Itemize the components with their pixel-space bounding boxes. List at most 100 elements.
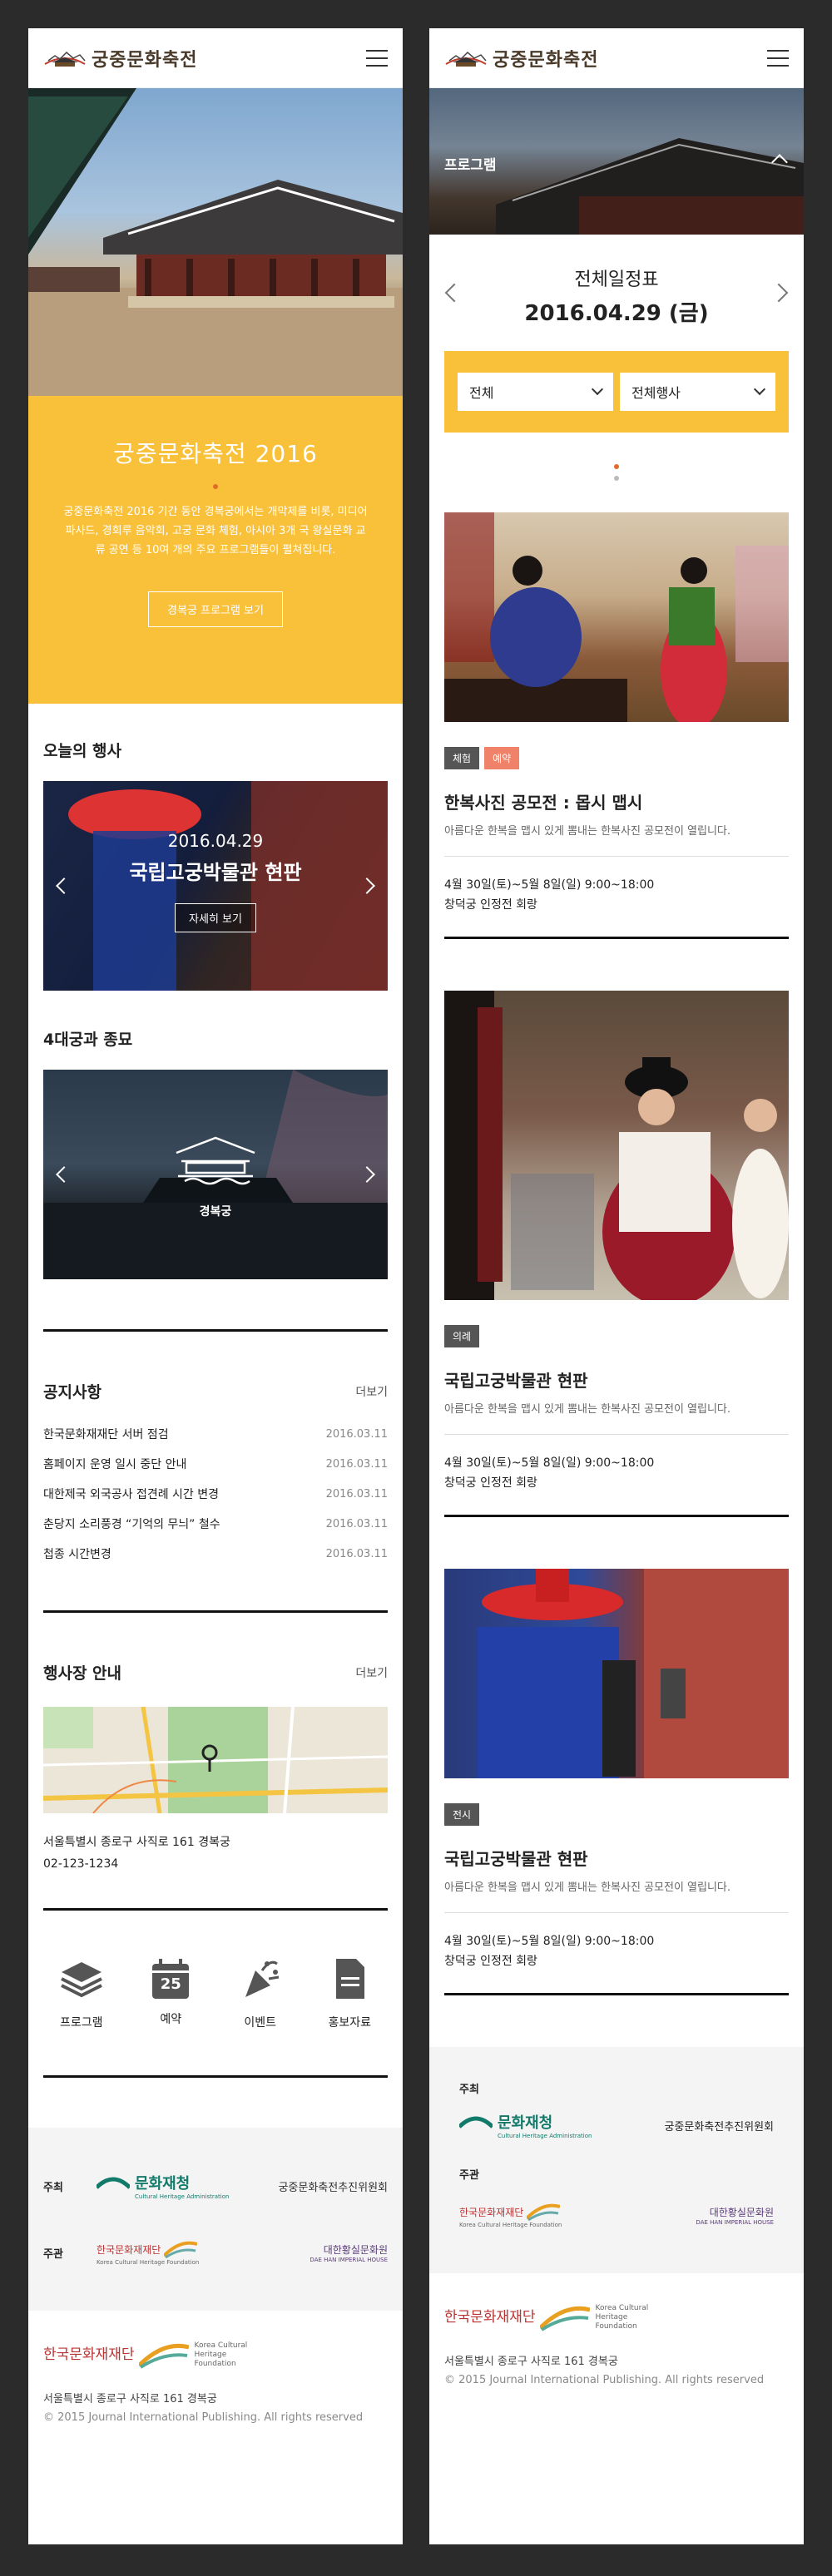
accent-dot bbox=[213, 484, 218, 489]
tag-badge: 의례 bbox=[444, 1325, 480, 1347]
program-image[interactable] bbox=[444, 991, 789, 1300]
footer-logo: 한국문화재재단 Korea Cultural Heritage Foundati… bbox=[444, 2303, 789, 2331]
cha-name-en: Cultural Heritage Administration bbox=[135, 2193, 230, 2200]
house-name-en: DAE HAN IMPERIAL HOUSE bbox=[310, 2256, 388, 2263]
program-banner[interactable]: 프로그램 bbox=[429, 88, 804, 235]
imperial-house-logo[interactable]: 대한황실문화원 DAE HAN IMPERIAL HOUSE bbox=[242, 2242, 388, 2263]
palace-logo-icon bbox=[445, 51, 487, 67]
program-schedule: 4월 30일(토)~5월 8일(일) 9:00~18:00 창덕궁 인정전 회랑 bbox=[444, 1453, 789, 1493]
footer-org-en: Korea Cultural Heritage Foundation bbox=[595, 2303, 649, 2331]
event-select[interactable]: 전체행사 bbox=[620, 373, 775, 411]
notice-item[interactable]: 첩종 시간변경 2016.03.11 bbox=[43, 1539, 388, 1569]
organizer-label: 주관 bbox=[459, 2169, 479, 2182]
program-image[interactable] bbox=[444, 512, 789, 722]
sponsor-section: 주최 문화재청 Cultural Heritage Administration… bbox=[429, 2047, 804, 2273]
tag-badge: 예약 bbox=[484, 747, 520, 769]
home-screen: 궁중문화축전 궁중문화축전 2016 궁중문화축전 2016 기간 동안 경복궁… bbox=[28, 28, 403, 2544]
kchf-name: 한국문화재재단 bbox=[459, 2206, 524, 2218]
gyeongbokgung-program-button[interactable]: 경복궁 프로그램 보기 bbox=[148, 591, 283, 627]
program-date: 4월 30일(토)~5월 8일(일) 9:00~18:00 bbox=[444, 1935, 655, 1948]
pager-dot-active[interactable] bbox=[614, 464, 619, 469]
quick-program[interactable]: 프로그램 bbox=[44, 1955, 119, 2030]
kchf-logo[interactable]: 한국문화재재단 Korea Cultural Heritage Foundati… bbox=[459, 2202, 562, 2228]
program-banner-label: 프로그램 bbox=[444, 157, 497, 174]
quick-press[interactable]: 홍보자료 bbox=[312, 1955, 387, 2030]
layers-icon bbox=[60, 1962, 102, 1998]
schedule-date: 2016.04.29 (금) bbox=[524, 301, 709, 326]
program-image[interactable] bbox=[444, 1569, 789, 1778]
venue-title: 행사장 안내 bbox=[43, 1664, 122, 1683]
today-event-card[interactable]: 2016.04.29 국립고궁박물관 현판 자세히 보기 bbox=[43, 781, 388, 991]
venue-address: 서울특별시 종로구 사직로 161 경복궁 bbox=[43, 1836, 230, 1849]
notice-list: 한국문화재재단 서버 점검 2016.03.11 홈페이지 운영 일시 중단 안내… bbox=[28, 1419, 403, 1569]
site-logo[interactable]: 궁중문화축전 bbox=[444, 45, 598, 72]
cha-name-en: Cultural Heritage Administration bbox=[498, 2133, 592, 2139]
logo-text: 궁중문화축전 bbox=[493, 49, 599, 71]
program-title: 한복사진 공모전 : 몹시 맵시 bbox=[444, 793, 643, 813]
kchf-name-en: Korea Cultural Heritage Foundation bbox=[459, 2222, 562, 2228]
program-schedule: 4월 30일(토)~5월 8일(일) 9:00~18:00 창덕궁 인정전 회랑 bbox=[444, 1931, 789, 1971]
footer-address: 서울특별시 종로구 사직로 161 경복궁 bbox=[444, 2356, 618, 2368]
today-detail-button[interactable]: 자세히 보기 bbox=[175, 903, 256, 932]
notice-more-link[interactable]: 더보기 bbox=[355, 1383, 388, 1400]
program-place: 창덕궁 인정전 회랑 bbox=[444, 898, 537, 912]
house-name-en: DAE HAN IMPERIAL HOUSE bbox=[696, 2218, 774, 2226]
notice-item-title: 춘당지 소리풍경 “기억의 무늬” 철수 bbox=[43, 1518, 220, 1531]
notice-item[interactable]: 홈페이지 운영 일시 중단 안내 2016.03.11 bbox=[43, 1449, 388, 1479]
calendar-day: 25 bbox=[160, 1975, 181, 1993]
program-item[interactable]: 의례 국립고궁박물관 현판 아름다운 한복을 맵시 있게 뽐내는 한복사진 공모… bbox=[429, 991, 804, 1517]
organizer-label: 주관 bbox=[43, 2247, 63, 2261]
document-icon bbox=[336, 1959, 365, 1999]
host-label: 주최 bbox=[459, 2084, 479, 2096]
cha-name: 문화재청 bbox=[498, 2114, 553, 2132]
calendar-icon: 25 bbox=[147, 1955, 194, 2002]
pager-dots bbox=[429, 433, 804, 512]
notice-item[interactable]: 대한제국 외국공사 접견례 시간 변경 2016.03.11 bbox=[43, 1479, 388, 1509]
schedule-header: 전체일정표 2016.04.29 (금) bbox=[429, 235, 804, 351]
hamburger-menu-icon[interactable] bbox=[767, 49, 789, 67]
quick-label: 예약 bbox=[160, 2013, 182, 2026]
palace-card[interactable]: 경복궁 bbox=[43, 1070, 388, 1279]
today-title: 오늘의 행사 bbox=[43, 742, 122, 760]
footer-org: 한국문화재재단 bbox=[444, 2309, 536, 2326]
imperial-house-logo[interactable]: 대한황실문화원 DAE HAN IMPERIAL HOUSE bbox=[696, 2205, 774, 2226]
committee-name: 궁중문화축전추진위원회 bbox=[664, 2120, 774, 2133]
cha-logo[interactable]: 문화재청 Cultural Heritage Administration bbox=[459, 2111, 592, 2139]
logo-text: 궁중문화축전 bbox=[92, 49, 198, 71]
notice-item[interactable]: 춘당지 소리풍경 “기억의 무늬” 철수 2016.03.11 bbox=[43, 1509, 388, 1539]
header: 궁중문화축전 bbox=[429, 28, 804, 88]
quick-event[interactable]: 이벤트 bbox=[223, 1955, 298, 2030]
notice-header: 공지사항 더보기 bbox=[28, 1380, 403, 1402]
program-date: 4월 30일(토)~5월 8일(일) 9:00~18:00 bbox=[444, 878, 655, 892]
footer-address: 서울특별시 종로구 사직로 161 경복궁 bbox=[43, 2393, 217, 2405]
cha-logo-icon bbox=[459, 2116, 493, 2129]
quick-label: 이벤트 bbox=[244, 2016, 277, 2030]
notice-item[interactable]: 한국문화재재단 서버 점검 2016.03.11 bbox=[43, 1419, 388, 1449]
tag-badge: 전시 bbox=[444, 1803, 480, 1826]
venue-phone[interactable]: 02-123-1234 bbox=[43, 1853, 388, 1875]
kchf-logo[interactable]: 한국문화재재단 Korea Cultural Heritage Foundati… bbox=[97, 2239, 242, 2266]
category-select[interactable]: 전체 bbox=[458, 373, 613, 411]
kchf-swoosh-icon bbox=[139, 2343, 190, 2369]
host-label: 주최 bbox=[43, 2181, 63, 2194]
footer-logo: 한국문화재재단 Korea Cultural Heritage Foundati… bbox=[43, 2341, 388, 2369]
organizer-row: 주관 한국문화재재단 Korea Cultural Heritage Found… bbox=[43, 2219, 388, 2286]
program-item[interactable]: 전시 국립고궁박물관 현판 아름다운 한복을 맵시 있게 뽐내는 한복사진 공모… bbox=[429, 1569, 804, 1995]
cha-logo[interactable]: 문화재청 Cultural Heritage Administration bbox=[97, 2172, 242, 2200]
program-title: 국립고궁박물관 현판 bbox=[444, 1849, 588, 1869]
site-logo[interactable]: 궁중문화축전 bbox=[43, 45, 197, 72]
palaces-title: 4대궁과 종묘 bbox=[43, 1031, 133, 1049]
venue-map[interactable] bbox=[43, 1707, 388, 1813]
committee-name: 궁중문화축전추진위원회 bbox=[278, 2181, 388, 2194]
filter-bar: 전체 전체행사 bbox=[444, 351, 789, 433]
pager-dot[interactable] bbox=[614, 476, 619, 481]
quick-reservation[interactable]: 25 예약 bbox=[133, 1955, 208, 2030]
notice-item-date: 2016.03.11 bbox=[325, 1487, 388, 1501]
program-schedule: 4월 30일(토)~5월 8일(일) 9:00~18:00 창덕궁 인정전 회랑 bbox=[444, 875, 789, 915]
kchf-swoosh-icon bbox=[540, 2306, 591, 2331]
program-item[interactable]: 체험 예약 한복사진 공모전 : 몹시 맵시 아름다운 한복을 맵시 있게 뽐내… bbox=[429, 512, 804, 939]
notice-item-title: 한국문화재재단 서버 점검 bbox=[43, 1428, 169, 1441]
venue-more-link[interactable]: 더보기 bbox=[355, 1664, 388, 1681]
sponsor-section: 주최 문화재청 Cultural Heritage Administration… bbox=[28, 2128, 403, 2311]
hamburger-menu-icon[interactable] bbox=[366, 49, 388, 67]
